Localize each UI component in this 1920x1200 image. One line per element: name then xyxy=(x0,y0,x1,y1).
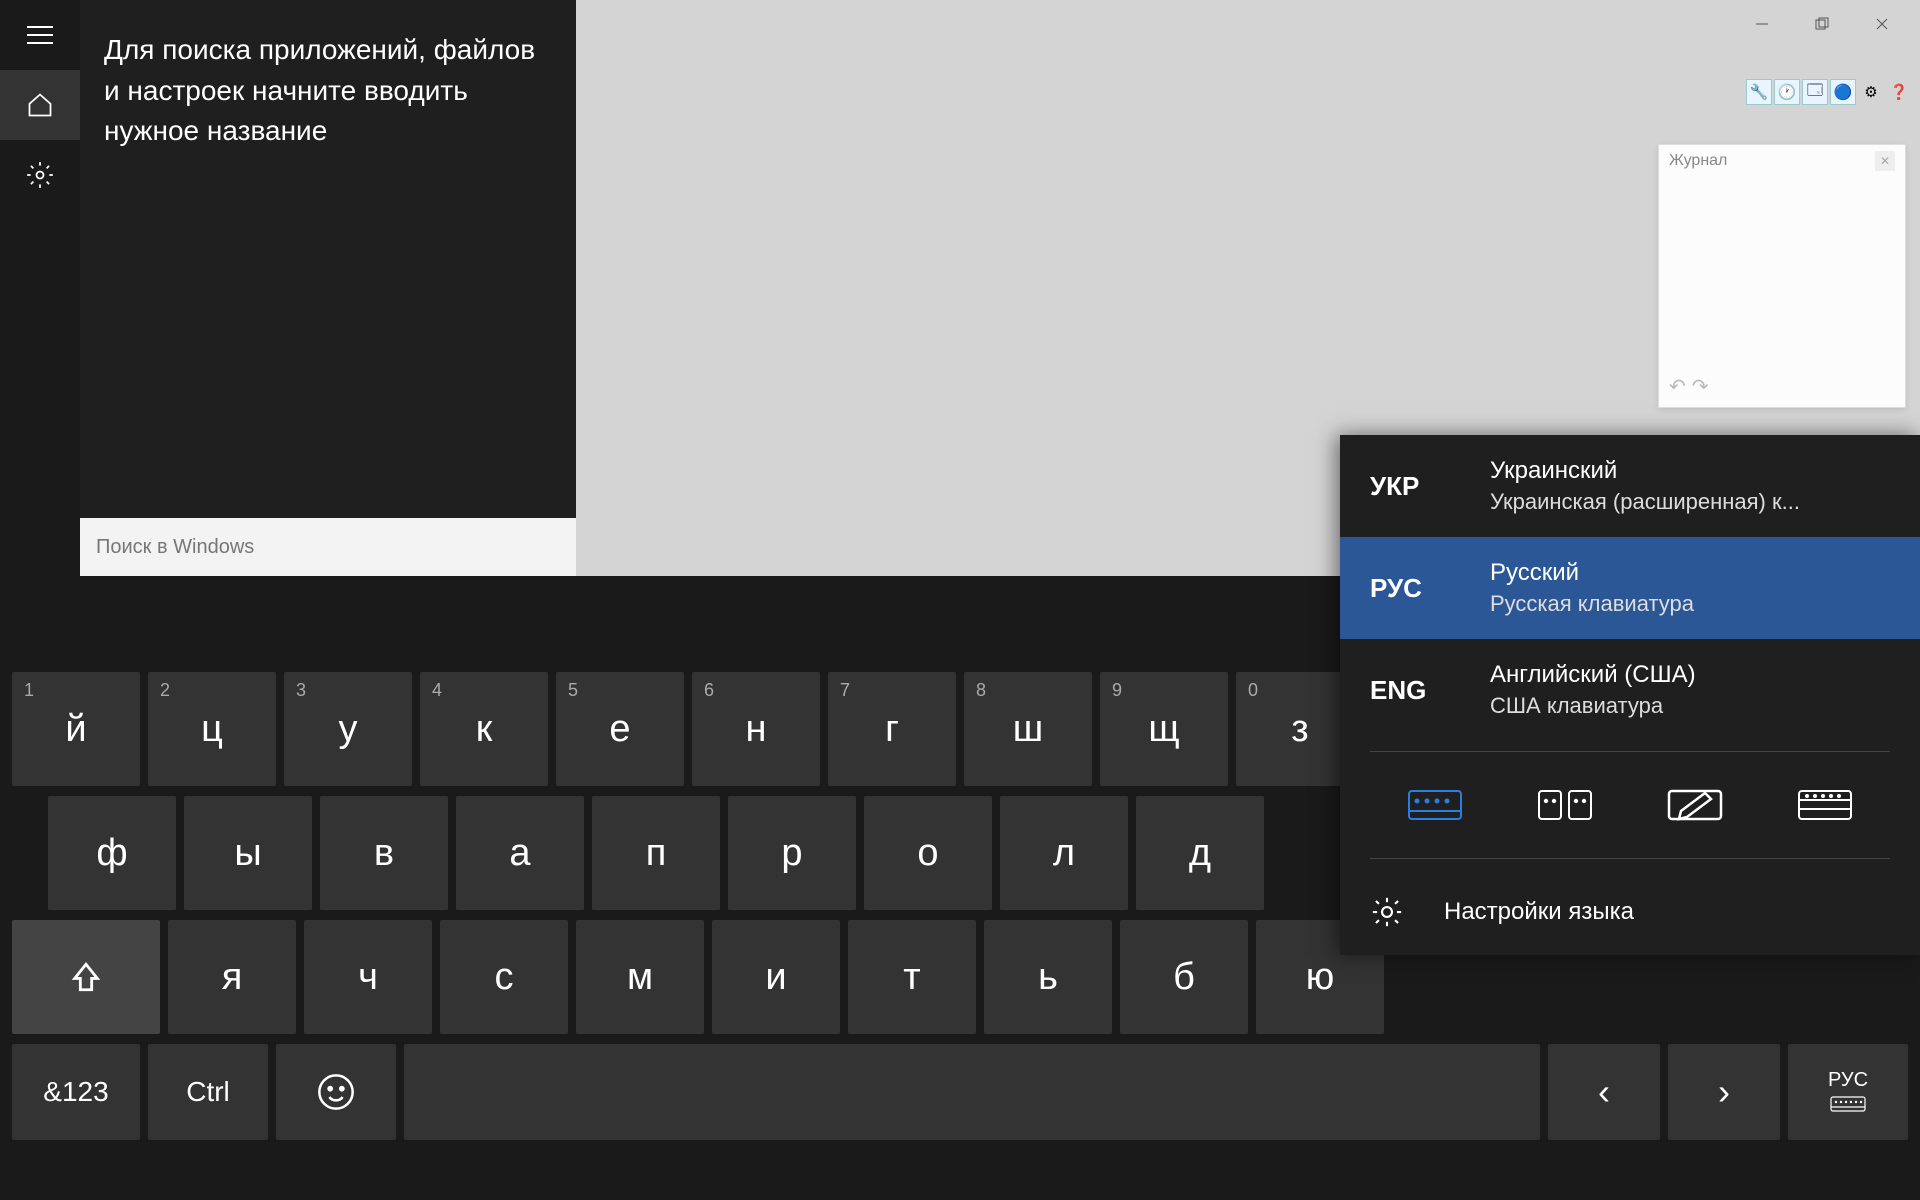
right-arrow-key[interactable]: › xyxy=(1668,1044,1780,1140)
key-ф[interactable]: ф xyxy=(48,796,176,910)
language-settings[interactable]: Настройки языка xyxy=(1340,869,1920,955)
close-button[interactable] xyxy=(1852,4,1912,44)
lang-item-УКР[interactable]: УКР Украинский Украинская (расширенная) к.… xyxy=(1340,435,1920,537)
maximize-button[interactable] xyxy=(1792,4,1852,44)
key-й[interactable]: 1й xyxy=(12,672,140,786)
lang-short-label: РУС xyxy=(1828,1069,1868,1092)
key-н[interactable]: 6н xyxy=(692,672,820,786)
minimize-button[interactable] xyxy=(1732,4,1792,44)
toolbar-icons: 🔧 🕐 🗔 🔵 ⚙ ❓ xyxy=(1746,79,1912,105)
key-м[interactable]: м xyxy=(576,920,704,1034)
key-р[interactable]: р xyxy=(728,796,856,910)
key-п[interactable]: п xyxy=(592,796,720,910)
search-hint: Для поиска приложений, файлов и настроек… xyxy=(104,30,552,152)
key-о[interactable]: о xyxy=(864,796,992,910)
search-body: Для поиска приложений, файлов и настроек… xyxy=(80,0,576,576)
settings-icon[interactable] xyxy=(0,140,80,210)
lang-layout: Украинская (расширенная) к... xyxy=(1490,489,1800,515)
separator xyxy=(1370,751,1890,752)
key-г[interactable]: 7г xyxy=(828,672,956,786)
key-д[interactable]: д xyxy=(1136,796,1264,910)
search-panel: Для поиска приложений, файлов и настроек… xyxy=(0,0,576,576)
key-ч[interactable]: ч xyxy=(304,920,432,1034)
lang-item-ENG[interactable]: ENG Английский (США) США клавиатура xyxy=(1340,639,1920,741)
language-settings-label: Настройки языка xyxy=(1444,898,1634,926)
tool-icon[interactable]: 🔧 xyxy=(1746,79,1772,105)
key-т[interactable]: т xyxy=(848,920,976,1034)
language-popup: УКР Украинский Украинская (расширенная) к.… xyxy=(1340,435,1920,955)
symbols-key[interactable]: &123 xyxy=(12,1044,140,1140)
key-к[interactable]: 4к xyxy=(420,672,548,786)
space-key[interactable] xyxy=(404,1044,1540,1140)
color-icon[interactable]: 🔵 xyxy=(1830,79,1856,105)
key-ь[interactable]: ь xyxy=(984,920,1112,1034)
gear-icon[interactable]: ⚙ xyxy=(1858,79,1884,105)
titlebar: 🔧 🕐 🗔 🔵 ⚙ ❓ xyxy=(1724,0,1920,109)
lang-name: Русский xyxy=(1490,559,1694,587)
lang-layout: США клавиатура xyxy=(1490,693,1696,719)
key-с[interactable]: с xyxy=(440,920,568,1034)
key-ц[interactable]: 2ц xyxy=(148,672,276,786)
lang-layout: Русская клавиатура xyxy=(1490,591,1694,617)
layout-split-icon[interactable] xyxy=(1530,782,1600,828)
key-а[interactable]: а xyxy=(456,796,584,910)
lang-name: Английский (США) xyxy=(1490,661,1696,689)
home-icon[interactable] xyxy=(0,70,80,140)
history-title: Журнал xyxy=(1669,152,1727,170)
left-arrow-key[interactable]: ‹ xyxy=(1548,1044,1660,1140)
hamburger-icon[interactable] xyxy=(0,0,80,70)
key-в[interactable]: в xyxy=(320,796,448,910)
lang-item-РУС[interactable]: РУС Русский Русская клавиатура xyxy=(1340,537,1920,639)
key-ы[interactable]: ы xyxy=(184,796,312,910)
window-icon[interactable]: 🗔 xyxy=(1802,79,1828,105)
lang-name: Украинский xyxy=(1490,457,1800,485)
key-л[interactable]: л xyxy=(1000,796,1128,910)
close-history-icon[interactable]: ✕ xyxy=(1875,151,1895,171)
emoji-key[interactable] xyxy=(276,1044,396,1140)
key-у[interactable]: 3у xyxy=(284,672,412,786)
undo-icon[interactable]: ↶ xyxy=(1669,374,1686,399)
layout-full-icon[interactable] xyxy=(1790,782,1860,828)
key-ш[interactable]: 8ш xyxy=(964,672,1092,786)
shift-key[interactable] xyxy=(12,920,160,1034)
lang-code: РУС xyxy=(1370,573,1450,604)
layout-default-icon[interactable] xyxy=(1400,782,1470,828)
lang-code: ENG xyxy=(1370,675,1450,706)
key-щ[interactable]: 9щ xyxy=(1100,672,1228,786)
search-input[interactable] xyxy=(80,518,576,576)
help-icon[interactable]: ❓ xyxy=(1886,79,1912,105)
layout-handwriting-icon[interactable] xyxy=(1660,782,1730,828)
clock-icon[interactable]: 🕐 xyxy=(1774,79,1800,105)
key-б[interactable]: б xyxy=(1120,920,1248,1034)
search-rail xyxy=(0,0,80,576)
key-е[interactable]: 5е xyxy=(556,672,684,786)
key-и[interactable]: и xyxy=(712,920,840,1034)
history-panel: Журнал ✕ ↶ ↷ xyxy=(1658,144,1906,408)
lang-code: УКР xyxy=(1370,471,1450,502)
redo-icon[interactable]: ↷ xyxy=(1692,374,1709,399)
key-я[interactable]: я xyxy=(168,920,296,1034)
keyboard-layout-icons xyxy=(1340,762,1920,848)
language-key[interactable]: РУС xyxy=(1788,1044,1908,1140)
separator xyxy=(1370,858,1890,859)
ctrl-key[interactable]: Ctrl xyxy=(148,1044,268,1140)
